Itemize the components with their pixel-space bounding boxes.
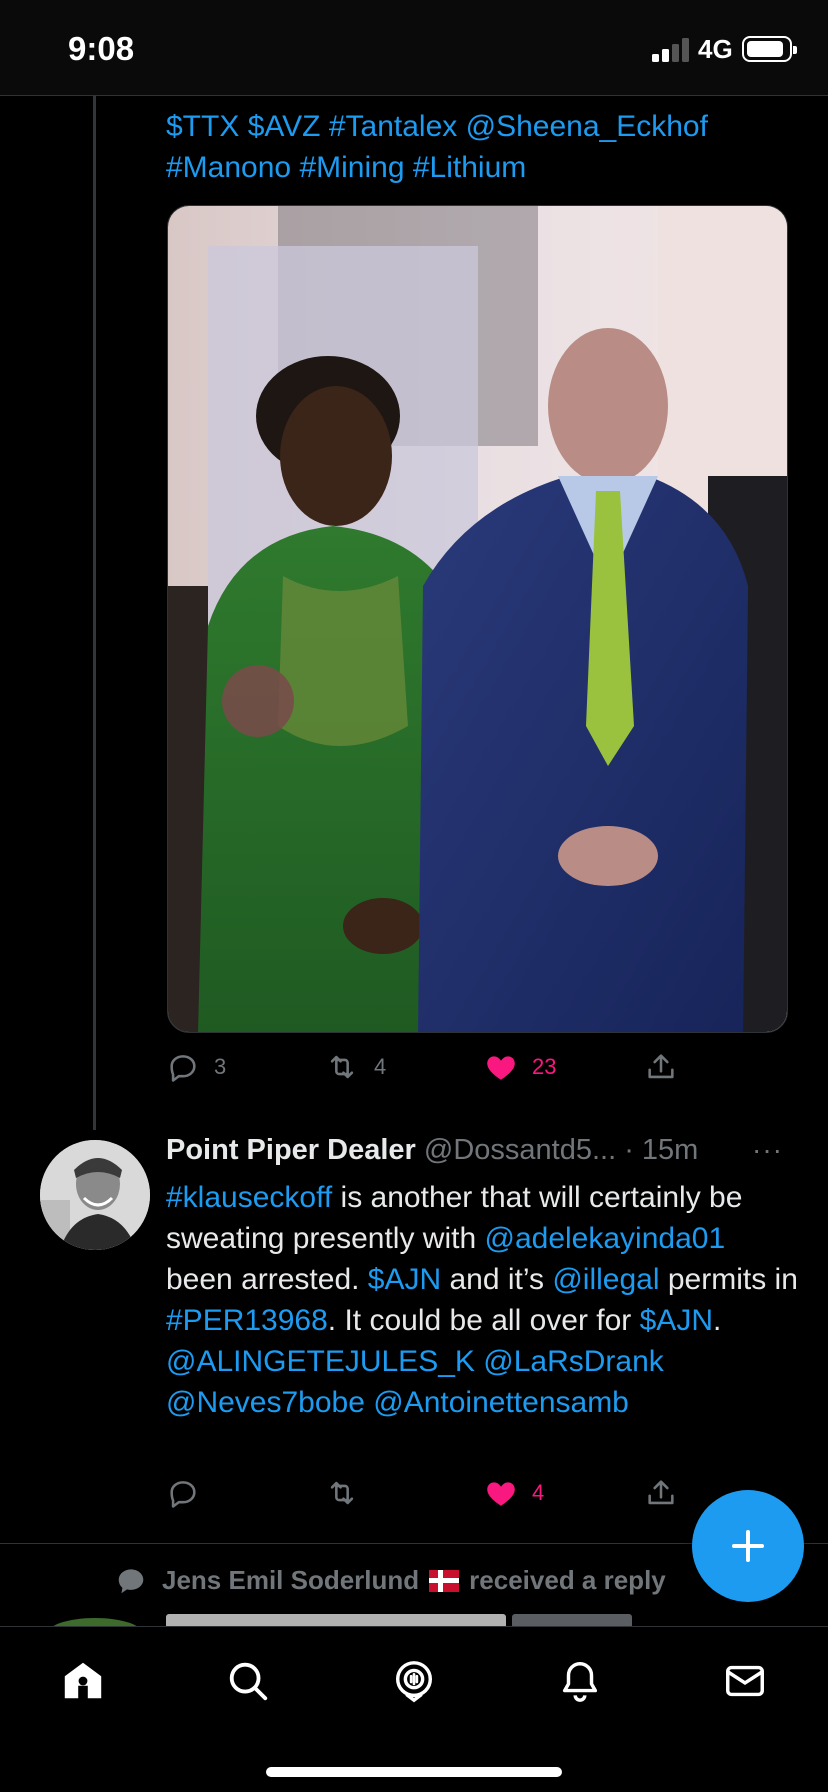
compose-tweet-button[interactable]	[692, 1490, 804, 1602]
tab-home[interactable]	[53, 1651, 113, 1711]
retweet-icon	[330, 1055, 354, 1079]
tweet-text-segment: permits in	[659, 1263, 798, 1296]
tweet-text-segment: been arrested.	[166, 1263, 368, 1296]
thread-connector-line	[93, 96, 96, 1130]
share-icon	[648, 1054, 674, 1079]
tweet-entity-link[interactable]: @ALINGETEJULES_K	[166, 1345, 475, 1378]
tweet-text-segment: and it’s	[441, 1263, 553, 1296]
tweet-entity-link[interactable]: @Sheena_Eckhof	[466, 110, 708, 143]
reply-icon	[170, 1481, 196, 1508]
mail-icon	[726, 1665, 764, 1697]
home-icon	[64, 1662, 102, 1699]
next-tweet-preview	[53, 1614, 632, 1626]
battery-icon	[742, 36, 797, 62]
heart-icon	[487, 1482, 515, 1506]
tweet-text-segment	[457, 110, 465, 143]
tweet-actions: 3 4 23	[166, 1050, 696, 1090]
share-button[interactable]	[644, 1476, 678, 1510]
reply-button[interactable]: 3	[166, 1050, 226, 1084]
tab-notifications[interactable]	[550, 1651, 610, 1711]
like-button[interactable]: 23	[484, 1050, 556, 1084]
like-count: 23	[532, 1054, 557, 1079]
author-name[interactable]: Point Piper Dealer	[166, 1134, 416, 1166]
bell-icon	[562, 1662, 598, 1702]
status-bar: 9:08 4G	[0, 0, 828, 96]
tweet-time: · 15m	[624, 1134, 699, 1166]
tweet-entity-link[interactable]: #Tantalex	[329, 110, 457, 143]
tweet-entity-link[interactable]: #Lithium	[413, 151, 526, 184]
tweet-text-segment	[365, 1386, 373, 1419]
reply-icon	[170, 1055, 196, 1082]
retweet-icon	[330, 1481, 354, 1505]
tweet-photo[interactable]	[167, 205, 788, 1033]
tab-messages[interactable]	[715, 1651, 775, 1711]
tweet-text-segment	[475, 1345, 483, 1378]
photo-illustration	[168, 206, 787, 1032]
tweet-entity-link[interactable]: @adelekayinda01	[485, 1222, 726, 1255]
tweet-entity-link[interactable]: $AJN	[368, 1263, 441, 1296]
tweet-entity-link[interactable]: #klauseckoff	[166, 1181, 332, 1214]
tweet-entity-link[interactable]: #Mining	[299, 151, 404, 184]
network-type: 4G	[698, 34, 733, 64]
like-button[interactable]: 4	[484, 1476, 544, 1510]
tweet-actions: 4	[166, 1476, 696, 1516]
tweet-entity-link[interactable]: #Manono	[166, 151, 291, 184]
denmark-flag-icon	[429, 1569, 460, 1592]
plus-icon	[732, 1530, 764, 1562]
reply-notification[interactable]: Jens Emil Soderlund received a reply	[114, 1565, 666, 1596]
comment-bubble-icon	[118, 1568, 144, 1593]
cellular-signal-icon	[652, 38, 689, 62]
home-indicator	[266, 1767, 562, 1777]
tweet-entity-link[interactable]: @Antoinettensamb	[373, 1386, 629, 1419]
tweet-entity-link[interactable]: $AJN	[640, 1304, 713, 1337]
tweet-entity-link[interactable]: @illegal	[552, 1263, 659, 1296]
like-count: 4	[532, 1480, 545, 1505]
tweet-text-segment	[239, 110, 247, 143]
more-options-button[interactable]: ···	[752, 1134, 783, 1166]
tweet-header: Point Piper Dealer @Dossantd5... · 15m	[166, 1134, 796, 1174]
tab-spaces[interactable]	[384, 1651, 444, 1711]
avatar-image	[40, 1140, 150, 1250]
tweet-text: $TTX $AVZ #Tantalex @Sheena_Eckhof #Mano…	[166, 106, 796, 188]
tweet-entity-link[interactable]: $TTX	[166, 110, 239, 143]
retweet-count: 4	[374, 1054, 387, 1079]
retweet-button[interactable]: 4	[324, 1050, 386, 1084]
next-tweet-peek	[0, 1610, 828, 1626]
avatar[interactable]	[40, 1140, 150, 1250]
reply-count: 3	[214, 1054, 227, 1079]
tweet-text-segment: . It could be all over for	[327, 1304, 640, 1337]
author-handle[interactable]: @Dossantd5...	[424, 1134, 616, 1166]
retweet-button[interactable]	[324, 1476, 360, 1510]
bottom-tab-bar	[0, 1626, 828, 1792]
tab-search[interactable]	[218, 1651, 278, 1711]
reply-note-name: Jens Emil Soderlund	[162, 1565, 420, 1595]
share-button[interactable]	[644, 1050, 678, 1084]
tweet-text: #klauseckoff is another that will certai…	[166, 1177, 798, 1423]
tweet-entity-link[interactable]: #PER13968	[166, 1304, 328, 1337]
share-icon	[648, 1480, 674, 1505]
reply-note-suffix: received a reply	[469, 1565, 666, 1595]
heart-icon	[487, 1056, 515, 1080]
reply-button[interactable]	[166, 1476, 200, 1510]
tweet-text-segment	[321, 110, 329, 143]
spaces-icon	[395, 1661, 433, 1703]
tweet-entity-link[interactable]: @Neves7bobe	[166, 1386, 365, 1419]
tweet-text-segment	[405, 151, 413, 184]
search-icon	[229, 1662, 268, 1701]
tweet-text-segment: .	[712, 1304, 722, 1337]
status-time: 9:08	[68, 30, 135, 67]
tweet-entity-link[interactable]: @LaRsDrank	[483, 1345, 664, 1378]
tweet-entity-link[interactable]: $AVZ	[248, 110, 321, 143]
